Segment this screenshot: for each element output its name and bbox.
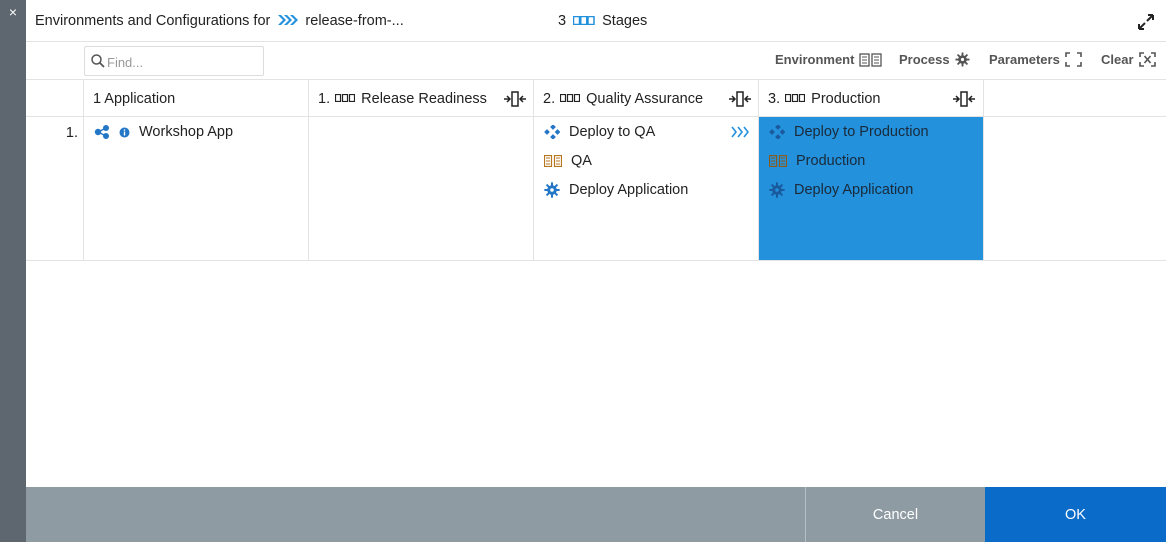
application-process-name: Deploy Application	[569, 182, 689, 198]
gear-icon	[769, 182, 785, 198]
environment-name: QA	[571, 153, 592, 169]
grid-header: 1 Application 1. Release Readiness 2. Qu…	[26, 80, 1166, 117]
process-item[interactable]: Deploy to Production	[769, 124, 929, 140]
brackets-icon	[1065, 52, 1082, 67]
dialog-footer: Cancel OK	[26, 487, 1166, 542]
gear-icon	[955, 52, 970, 67]
application-process-item[interactable]: Deploy Application	[769, 182, 913, 198]
info-icon[interactable]	[119, 127, 130, 138]
release-name[interactable]: release-from-...	[305, 13, 403, 29]
close-icon[interactable]: ×	[0, 4, 26, 20]
stages-summary: 3 Stages	[558, 13, 647, 29]
parameters-button[interactable]: Parameters	[989, 52, 1082, 67]
application-process-name: Deploy Application	[794, 182, 914, 198]
collapse-column-icon[interactable]	[952, 90, 976, 108]
stage-number: 1.	[318, 91, 331, 107]
column-header-application-label: 1 Application	[93, 91, 176, 107]
stage-number: 2.	[543, 91, 556, 107]
release-readiness-cell[interactable]	[309, 117, 533, 260]
side-strip: ×	[0, 0, 26, 542]
toolbar: Environment Process	[26, 42, 1166, 80]
table-row: 1. Workshop App Deploy to QA QA Deploy A…	[26, 117, 1166, 261]
process-button[interactable]: Process	[899, 52, 970, 67]
column-header-production: 3. Production	[768, 80, 880, 117]
row-number: 1.	[65, 125, 78, 141]
stage-name: Release Readiness	[361, 91, 487, 107]
stages-icon	[573, 16, 595, 25]
search-icon	[91, 54, 105, 68]
expand-icon[interactable]	[1136, 12, 1156, 32]
collapse-column-icon[interactable]	[503, 90, 527, 108]
environment-label: Environment	[775, 52, 855, 67]
column-header-application: 1 Application	[93, 80, 175, 117]
stage-number: 3.	[768, 91, 781, 107]
stages-label: Stages	[602, 13, 648, 29]
process-name: Deploy to QA	[569, 124, 656, 140]
environment-icon	[769, 155, 787, 167]
parameters-label: Parameters	[989, 52, 1060, 67]
environments-dialog: Environments and Configurations for rele…	[26, 0, 1166, 542]
environment-icon	[859, 52, 883, 67]
clear-label: Clear	[1101, 52, 1134, 67]
application-process-item[interactable]: Deploy Application	[544, 182, 688, 198]
production-cell[interactable]: Deploy to Production Production Deploy A…	[759, 117, 983, 260]
environment-name: Production	[796, 153, 866, 169]
environment-button[interactable]: Environment	[775, 52, 883, 67]
collapse-column-icon[interactable]	[728, 90, 752, 108]
search-input[interactable]	[107, 52, 257, 72]
dialog-title: Environments and Configurations for rele…	[35, 13, 404, 29]
application-cell[interactable]: Workshop App	[84, 117, 308, 260]
gear-icon	[544, 182, 560, 198]
process-label: Process	[899, 52, 950, 67]
clear-icon	[1138, 52, 1156, 67]
release-icon	[278, 15, 299, 25]
stage-name: Quality Assurance	[586, 91, 704, 107]
application-icon	[94, 125, 109, 139]
search-box[interactable]	[84, 46, 264, 76]
cancel-button[interactable]: Cancel	[805, 487, 985, 542]
stages-count: 3	[558, 13, 567, 29]
quality-assurance-cell[interactable]: Deploy to QA QA Deploy Application	[534, 117, 758, 260]
column-header-quality-assurance: 2. Quality Assurance	[543, 80, 703, 117]
stage-icon	[560, 94, 581, 102]
column-header-release-readiness: 1. Release Readiness	[318, 80, 487, 117]
stage-icon	[335, 94, 356, 102]
environment-item[interactable]: Production	[769, 153, 865, 169]
process-icon	[544, 125, 560, 139]
application-item[interactable]: Workshop App	[94, 124, 233, 140]
title-prefix: Environments and Configurations for	[35, 13, 271, 29]
process-icon	[769, 125, 785, 139]
environment-icon	[544, 155, 562, 167]
clear-button[interactable]: Clear	[1101, 52, 1156, 67]
environment-item[interactable]: QA	[544, 153, 592, 169]
stage-name: Production	[811, 91, 881, 107]
application-name: Workshop App	[139, 124, 234, 140]
process-item[interactable]: Deploy to QA	[544, 124, 655, 140]
ok-button[interactable]: OK	[985, 487, 1166, 542]
stage-icon	[785, 94, 806, 102]
dialog-title-bar: Environments and Configurations for rele…	[26, 0, 1166, 42]
process-name: Deploy to Production	[794, 124, 929, 140]
promote-arrow-icon[interactable]	[731, 126, 749, 138]
